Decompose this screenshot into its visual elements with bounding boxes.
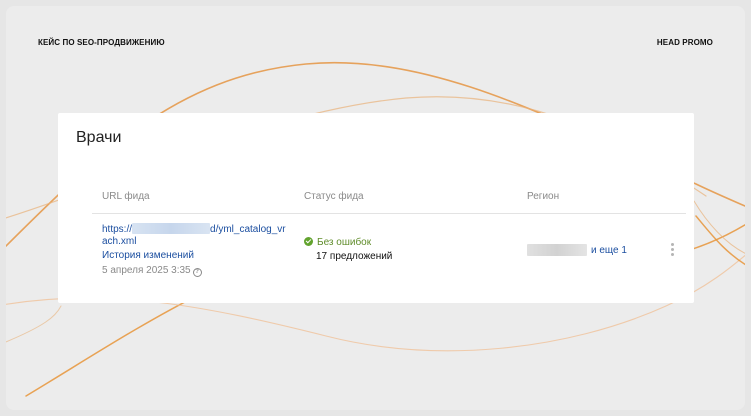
feed-date-text: 5 апреля 2025 3:35 xyxy=(102,265,191,276)
feed-date: 5 апреля 2025 3:35? xyxy=(102,265,202,277)
feed-url-suffix: d/yml_catalog_vr xyxy=(210,224,286,235)
card-title: Врачи xyxy=(76,129,122,146)
column-header-status: Статус фида xyxy=(304,191,364,202)
column-header-url: URL фида xyxy=(102,191,150,202)
offers-count: 17 предложений xyxy=(316,251,393,262)
feed-url-continuation[interactable]: ach.xml xyxy=(102,236,136,247)
history-link[interactable]: История изменений xyxy=(102,250,194,261)
feed-card: Врачи URL фида Статус фида Регион https:… xyxy=(58,113,694,303)
redacted-domain xyxy=(132,223,211,234)
slide-background: КЕЙС ПО SEO-ПРОДВИЖЕНИЮ HEAD PROMO Врачи… xyxy=(6,6,745,410)
case-title: КЕЙС ПО SEO-ПРОДВИЖЕНИЮ xyxy=(38,38,165,47)
feed-url-prefix: https:// xyxy=(102,224,133,235)
region-more-link[interactable]: и еще 1 xyxy=(591,245,627,256)
status-text: Без ошибок xyxy=(317,237,372,248)
redacted-region xyxy=(527,244,587,256)
check-circle-icon xyxy=(304,237,313,246)
brand-name: HEAD PROMO xyxy=(656,38,713,47)
column-header-region: Регион xyxy=(527,191,560,202)
feed-url-link[interactable]: https:// d/yml_catalog_vr xyxy=(102,223,286,235)
info-icon[interactable]: ? xyxy=(192,268,202,277)
status-badge: Без ошибок xyxy=(304,237,371,248)
region-cell: и еще 1 xyxy=(527,244,627,256)
more-options-icon[interactable] xyxy=(668,243,676,259)
table-divider xyxy=(92,213,686,214)
